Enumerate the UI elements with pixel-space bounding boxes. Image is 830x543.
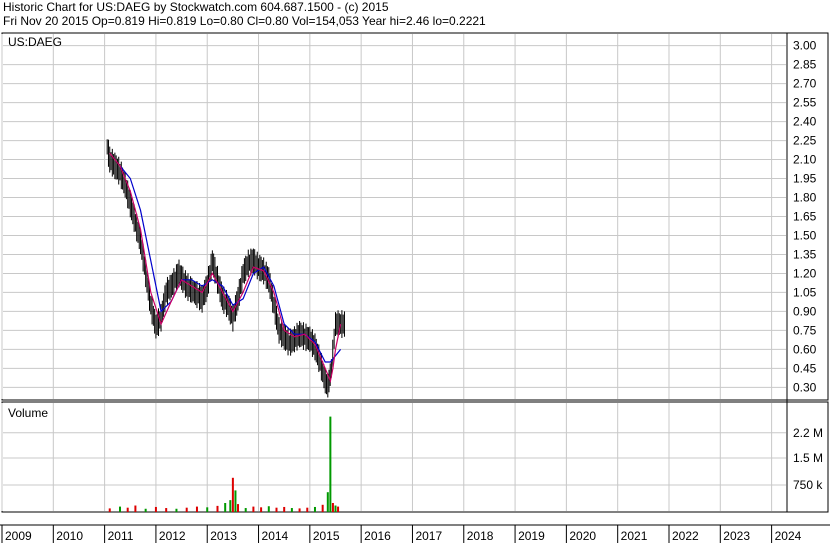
chart-frames bbox=[0, 32, 830, 526]
volume-bar bbox=[126, 507, 129, 512]
year-label: 2013 bbox=[210, 529, 237, 543]
price-panel-title: US:DAEG bbox=[8, 35, 62, 49]
year-label: 2014 bbox=[262, 529, 289, 543]
year-label: 2010 bbox=[56, 529, 83, 543]
price-y-axis: 3.00 2.85 2.70 2.55 2.40 2.25 2.10 1.95 1.80 1.65… bbox=[793, 39, 817, 395]
volume-bar bbox=[313, 506, 316, 512]
chart-labels: US:DAEG Volume bbox=[8, 35, 62, 420]
volume-bar bbox=[134, 505, 137, 512]
volume-bar bbox=[260, 507, 263, 512]
price-tick-label: 1.65 bbox=[793, 210, 817, 224]
price-tick-label: 2.40 bbox=[793, 115, 817, 129]
chart-grid bbox=[1, 34, 786, 543]
price-tick-label: 2.55 bbox=[793, 96, 817, 110]
volume-bar bbox=[267, 506, 270, 512]
volume-bar bbox=[298, 508, 301, 512]
year-label: 2016 bbox=[364, 529, 391, 543]
price-tick-label: 2.70 bbox=[793, 77, 817, 91]
volume-bar bbox=[224, 503, 227, 512]
volume-plot bbox=[108, 416, 340, 512]
historic-chart: US:DAEG Volume 3.00 2.85 2.70 2.55 2.40 2.25 2… bbox=[0, 32, 830, 543]
year-label: 2012 bbox=[159, 529, 186, 543]
volume-bar bbox=[234, 490, 237, 512]
volume-bar bbox=[175, 508, 178, 512]
volume-bar bbox=[195, 506, 198, 512]
volume-bar bbox=[119, 506, 122, 512]
volume-bar bbox=[334, 505, 337, 512]
price-tick-label: 0.45 bbox=[793, 361, 817, 375]
price-tick-label: 0.75 bbox=[793, 323, 817, 337]
volume-bar bbox=[229, 500, 232, 512]
year-label: 2015 bbox=[313, 529, 340, 543]
volume-bar bbox=[306, 507, 309, 512]
year-label: 2018 bbox=[467, 529, 494, 543]
volume-bar bbox=[290, 508, 293, 512]
price-tick-label: 1.50 bbox=[793, 228, 817, 242]
price-tick-label: 1.80 bbox=[793, 191, 817, 205]
price-tick-label: 2.85 bbox=[793, 58, 817, 72]
volume-bar bbox=[321, 504, 324, 512]
price-tick-label: 2.10 bbox=[793, 153, 817, 167]
volume-panel-frame bbox=[1, 401, 829, 513]
volume-bar bbox=[165, 508, 168, 512]
price-tick-label: 0.60 bbox=[793, 342, 817, 356]
volume-bar bbox=[206, 507, 209, 512]
volume-bar bbox=[337, 506, 340, 512]
year-label: 2024 bbox=[775, 529, 802, 543]
volume-bar bbox=[216, 505, 219, 512]
volume-panel-title: Volume bbox=[8, 406, 48, 420]
year-label: 2023 bbox=[723, 529, 750, 543]
price-tick-label: 3.00 bbox=[793, 39, 817, 53]
stock-chart-page: Historic Chart for US:DAEG by Stockwatch… bbox=[0, 0, 830, 543]
price-tick-label: 0.90 bbox=[793, 304, 817, 318]
volume-bar bbox=[329, 416, 332, 512]
price-plot bbox=[106, 139, 345, 398]
price-range-bars bbox=[106, 139, 345, 398]
volume-tick-label: 1.5 M bbox=[793, 451, 823, 465]
volume-bar bbox=[108, 508, 111, 512]
volume-bar bbox=[244, 508, 247, 512]
year-label: 2009 bbox=[5, 529, 32, 543]
year-x-axis: 2009 2010 2011 2012 2013 2014 2015 2016 2017 2018… bbox=[5, 529, 802, 543]
volume-tick-label: 2.2 M bbox=[793, 426, 823, 440]
volume-bar bbox=[231, 477, 234, 512]
price-tick-label: 1.05 bbox=[793, 285, 817, 299]
year-label: 2011 bbox=[108, 529, 134, 543]
volume-bar bbox=[154, 506, 157, 512]
volume-tick-label: 750 k bbox=[793, 478, 823, 492]
year-label: 2022 bbox=[672, 529, 699, 543]
year-label: 2020 bbox=[569, 529, 596, 543]
year-label: 2019 bbox=[518, 529, 545, 543]
price-tick-label: 1.35 bbox=[793, 247, 817, 261]
price-tick-label: 1.20 bbox=[793, 266, 817, 280]
price-tick-label: 0.30 bbox=[793, 380, 817, 394]
year-label: 2017 bbox=[415, 529, 442, 543]
volume-bar bbox=[185, 507, 188, 512]
volume-y-axis: 2.2 M 1.5 M 750 k bbox=[793, 426, 823, 492]
volume-bar bbox=[237, 504, 240, 512]
price-tick-label: 2.25 bbox=[793, 134, 817, 148]
volume-bar bbox=[283, 506, 286, 512]
volume-bar bbox=[144, 508, 147, 512]
volume-bar bbox=[331, 503, 334, 512]
volume-bar bbox=[326, 492, 329, 512]
year-label: 2021 bbox=[621, 529, 648, 543]
volume-bar bbox=[275, 507, 278, 512]
price-tick-label: 1.95 bbox=[793, 172, 817, 186]
volume-bar bbox=[252, 506, 255, 512]
